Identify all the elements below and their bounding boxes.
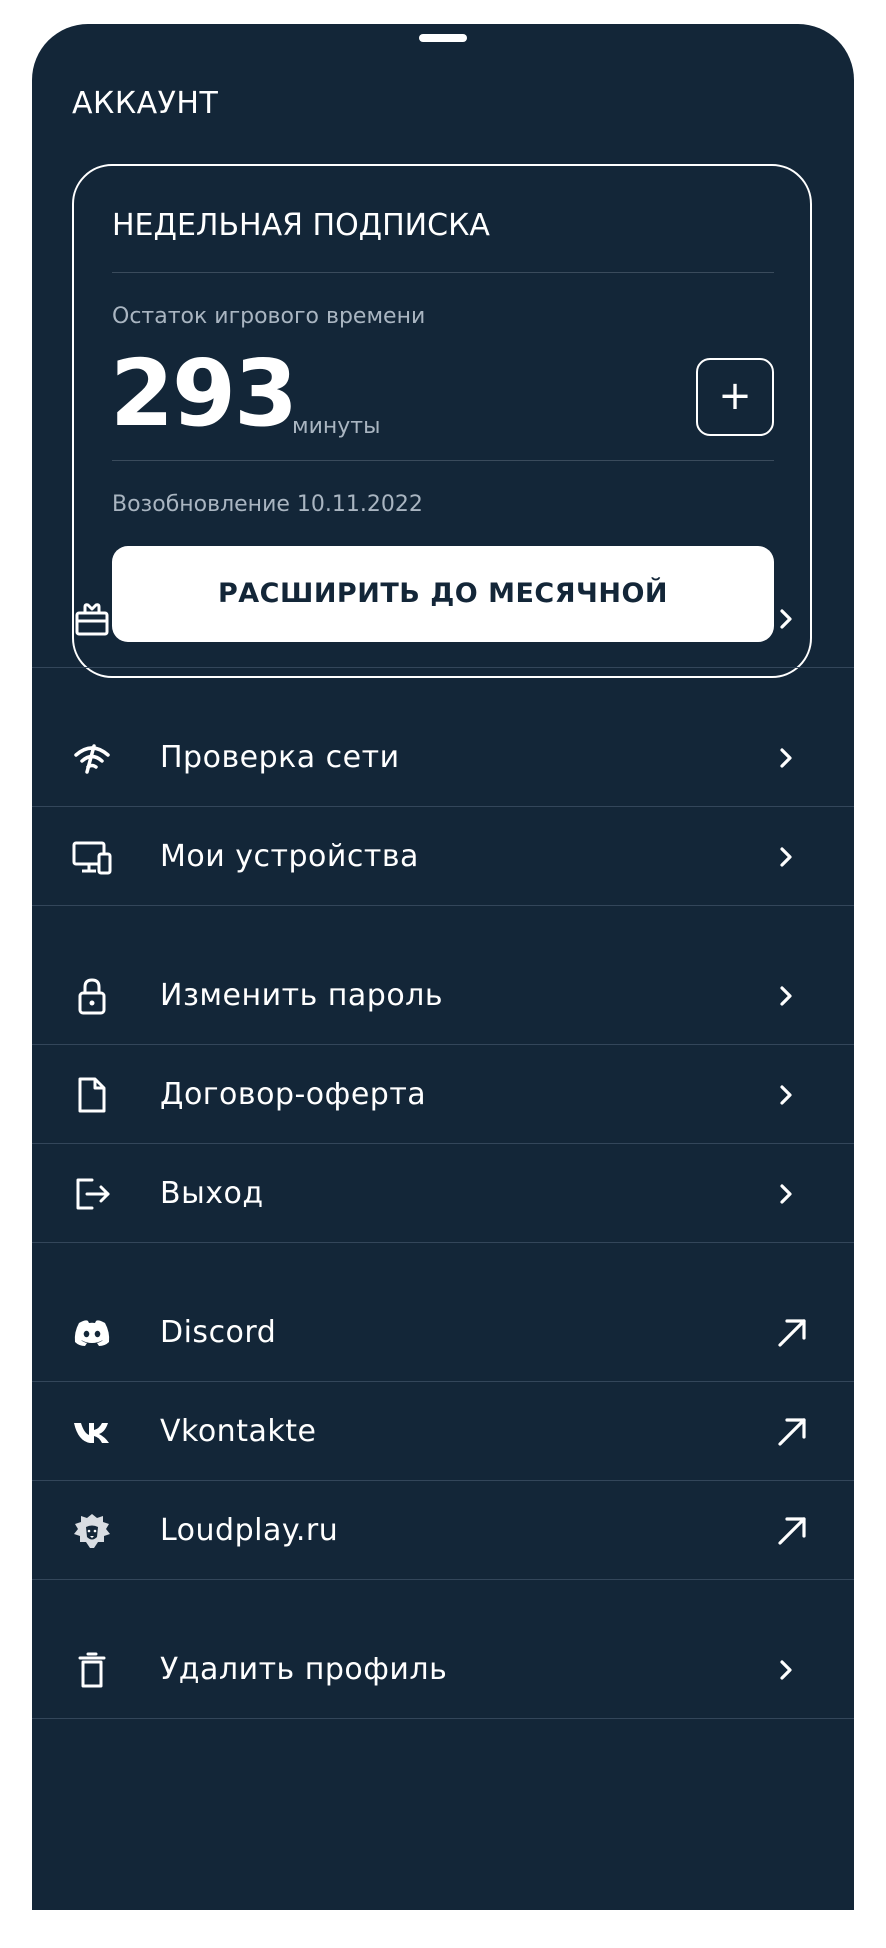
menu-label: Loudplay.ru bbox=[160, 1513, 339, 1548]
external-link-icon bbox=[776, 1515, 808, 1547]
menu-item-delete-profile[interactable]: Удалить профиль bbox=[32, 1621, 854, 1719]
gift-icon bbox=[72, 599, 112, 639]
menu-item-network-check[interactable]: Проверка сети bbox=[32, 709, 854, 807]
drag-handle[interactable] bbox=[419, 34, 467, 42]
menu-item-change-password[interactable]: Изменить пароль bbox=[32, 947, 854, 1045]
menu-item-loudplay[interactable]: Loudplay.ru bbox=[32, 1482, 854, 1580]
menu-label: Договор-оферта bbox=[160, 1077, 427, 1112]
menu-label: Мои устройства bbox=[160, 839, 419, 874]
wifi-icon bbox=[72, 738, 112, 778]
menu-label: Vkontakte bbox=[160, 1414, 317, 1449]
divider bbox=[112, 460, 774, 461]
external-link-icon bbox=[776, 1416, 808, 1448]
menu-label: Проверка сети bbox=[160, 740, 400, 775]
menu-item-discord[interactable]: Discord bbox=[32, 1284, 854, 1382]
divider bbox=[112, 272, 774, 273]
account-sheet: АККАУНТ НЕДЕЛЬНАЯ ПОДПИСКА Остаток игров… bbox=[32, 24, 854, 1910]
chevron-right-icon bbox=[777, 1182, 795, 1206]
chevron-right-icon bbox=[777, 1658, 795, 1682]
menu-item-logout[interactable]: Выход bbox=[32, 1145, 854, 1243]
remaining-time-label: Остаток игрового времени bbox=[112, 304, 426, 329]
chevron-right-icon bbox=[777, 746, 795, 770]
minutes-unit: минуты bbox=[292, 414, 381, 439]
menu-item-offer-agreement[interactable]: Договор-оферта bbox=[32, 1046, 854, 1144]
menu-label: Выход bbox=[160, 1176, 264, 1211]
menu-item-my-devices[interactable]: Мои устройства bbox=[32, 808, 854, 906]
sheet-title: АККАУНТ bbox=[72, 86, 219, 121]
devices-icon bbox=[72, 837, 112, 877]
menu-label: Discord bbox=[160, 1315, 277, 1350]
lion-logo-icon bbox=[72, 1511, 112, 1551]
chevron-right-icon bbox=[777, 1083, 795, 1107]
lock-icon bbox=[72, 976, 112, 1016]
menu-item-vkontakte[interactable]: Vkontakte bbox=[32, 1383, 854, 1481]
add-time-button[interactable]: + bbox=[696, 358, 774, 436]
document-icon bbox=[72, 1075, 112, 1115]
chevron-right-icon bbox=[777, 845, 795, 869]
menu-label: Активировать подарочный код bbox=[160, 601, 667, 636]
trash-icon bbox=[72, 1650, 112, 1690]
chevron-right-icon bbox=[777, 607, 795, 631]
renewal-date: Возобновление 10.11.2022 bbox=[112, 492, 423, 517]
subscription-title: НЕДЕЛЬНАЯ ПОДПИСКА bbox=[112, 208, 490, 243]
chevron-right-icon bbox=[777, 984, 795, 1008]
menu-item-gift-code[interactable]: Активировать подарочный код bbox=[32, 570, 854, 668]
menu-label: Изменить пароль bbox=[160, 978, 444, 1013]
external-link-icon bbox=[776, 1317, 808, 1349]
remaining-minutes-value: 293 bbox=[110, 340, 298, 447]
discord-icon bbox=[72, 1313, 112, 1353]
logout-icon bbox=[72, 1174, 112, 1214]
menu-label: Удалить профиль bbox=[160, 1652, 448, 1687]
vk-icon bbox=[72, 1412, 112, 1452]
